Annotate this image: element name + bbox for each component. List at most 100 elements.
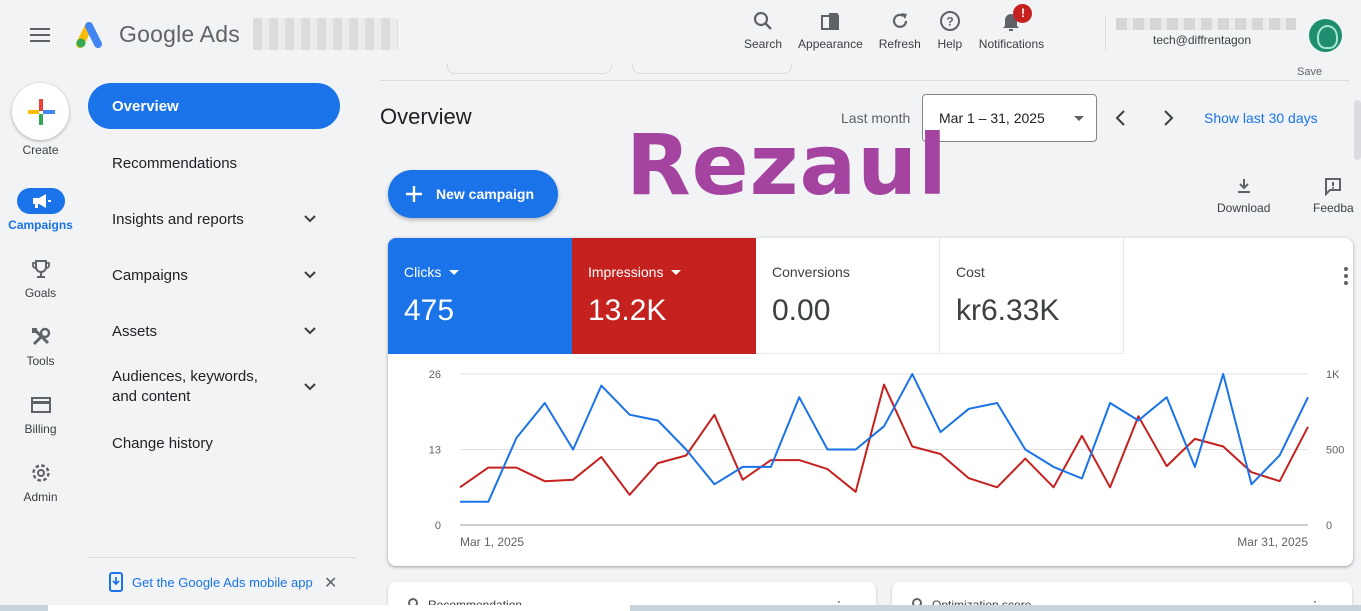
metric-value: 13.2K [588,294,667,327]
window-bottom-strip-segment [48,605,630,611]
metric-impressions[interactable]: Impressions 13.2K [572,238,756,354]
sidenav-label: Campaigns [112,266,188,284]
new-campaign-button[interactable]: New campaign [388,170,558,218]
save-button[interactable]: Save [1297,66,1322,78]
phone-download-icon [109,572,123,592]
rail-item-tools[interactable]: Tools [0,324,81,368]
search-label: Search [744,37,783,51]
metric-value: kr6.33K [956,294,1060,327]
metric-conversions[interactable]: Conversions 0.00 [756,238,940,354]
avatar[interactable] [1309,19,1342,52]
plus-icon [406,186,422,202]
sidenav-label: Insights and reports [112,210,244,228]
rail-item-campaigns[interactable]: Campaigns [0,188,81,232]
account-id-redacted [1116,18,1296,30]
sidenav-item-recommendations[interactable]: Recommendations [88,140,340,186]
account-name-redacted [253,18,398,50]
header-divider [1105,16,1106,50]
rail-label-campaigns: Campaigns [8,218,73,232]
download-label: Download [1217,201,1271,215]
new-campaign-label: New campaign [436,186,535,202]
top-bar: Google Ads Search Appearance Refresh ? H… [0,0,1361,70]
chart-y-tick-left: 26 [429,369,441,381]
scrollbar[interactable] [1354,100,1361,160]
trophy-icon [17,256,65,282]
sidenav-label: Overview [112,97,179,115]
rail-item-billing[interactable]: Billing [0,392,81,436]
create-button[interactable] [12,83,69,140]
sidenav-label: Assets [112,322,158,340]
dropdown-caret-icon [449,269,460,275]
help-label: Help [937,37,963,51]
date-range-picker[interactable]: Mar 1 – 31, 2025 [922,94,1097,142]
toolbar-chip-stub[interactable] [632,64,792,74]
sidenav-item-insights[interactable]: Insights and reports [88,196,340,242]
sidenav-label: Change history [112,434,213,452]
notifications-label: Notifications [978,37,1045,51]
svg-text:?: ? [946,15,953,29]
main-menu-icon[interactable] [28,24,52,46]
refresh-button[interactable]: Refresh [871,8,929,60]
rail-item-goals[interactable]: Goals [0,256,81,300]
chart-y-tick-right: 500 [1326,445,1344,457]
chart-y-tick-left: 13 [429,445,441,457]
chevron-down-icon [304,271,316,279]
sidenav-item-overview[interactable]: Overview [88,83,340,129]
sidenav-item-campaigns[interactable]: Campaigns [88,252,340,298]
sidenav-item-audiences[interactable]: Audiences, keywords, and content [88,362,340,412]
chevron-down-icon [304,215,316,223]
metric-clicks[interactable]: Clicks 475 [388,238,572,354]
notifications-button[interactable]: ! Notifications [971,4,1052,60]
metric-label: Impressions [588,264,664,280]
sidenav-item-assets[interactable]: Assets [88,308,340,354]
billing-card-icon [17,392,65,418]
chart-series-clicks [460,373,1309,503]
download-button[interactable]: Download [1217,176,1270,215]
metric-value: 475 [404,294,455,327]
feedback-label: Feedba [1313,201,1354,215]
help-button[interactable]: ? Help [929,8,971,60]
previous-period-button[interactable] [1109,106,1133,130]
dropdown-caret-icon [671,269,682,275]
metric-label: Conversions [772,264,850,280]
sidenav-item-change-history[interactable]: Change history [88,420,340,466]
chart-y-tick-right: 0 [1326,520,1332,532]
icon-rail: Create Campaigns Goals Tools Billing Adm… [0,70,80,611]
plus-icon [28,99,55,125]
metric-label: Cost [956,264,985,280]
rail-item-admin[interactable]: Admin [0,460,81,504]
appearance-button[interactable]: Appearance [790,8,871,60]
chart-y-tick-right: 1K [1326,369,1340,381]
product-name: Google Ads [119,21,240,47]
search-button[interactable]: Search [736,8,790,60]
toolbar-chip-stub[interactable] [447,64,612,74]
chevron-down-icon [304,383,316,391]
download-icon [1237,179,1250,193]
chart-series-impressions [459,383,1309,496]
sidenav-label: Recommendations [112,154,238,172]
metric-cost[interactable]: Cost kr6.33K [940,238,1124,354]
next-period-button[interactable] [1156,106,1180,130]
chevron-down-icon [304,327,316,335]
header-actions: Search Appearance Refresh ? Help ! Notif… [736,4,1052,60]
more-options-icon[interactable] [1343,266,1349,286]
performance-card: Clicks 475 Impressions 13.2K Conversions… [388,238,1353,566]
rail-label-tools: Tools [26,354,55,368]
chart-y-tick-left: 0 [435,520,441,532]
google-ads-logo [76,22,102,48]
page-title: Overview [380,104,472,129]
campaigns-megaphone-icon [16,188,65,214]
feedback-icon [1325,178,1342,196]
tools-icon [17,324,65,350]
mobile-app-link[interactable]: Get the Google Ads mobile app [108,572,313,592]
chart-x-start-label: Mar 1, 2025 [460,535,524,549]
side-navigation: Overview Recommendations Insights and re… [88,70,356,611]
rail-label-goals: Goals [24,286,57,300]
create-label: Create [22,143,59,157]
close-icon[interactable]: ✕ [324,573,337,593]
show-last-30-days-link[interactable]: Show last 30 days [1204,110,1318,126]
feedback-button[interactable]: Feedba [1313,176,1354,215]
metric-value: 0.00 [772,294,831,327]
account-switcher[interactable]: tech@diffrentagon [1116,18,1302,47]
main-content: Save Overview Last month Mar 1 – 31, 202… [367,64,1361,611]
